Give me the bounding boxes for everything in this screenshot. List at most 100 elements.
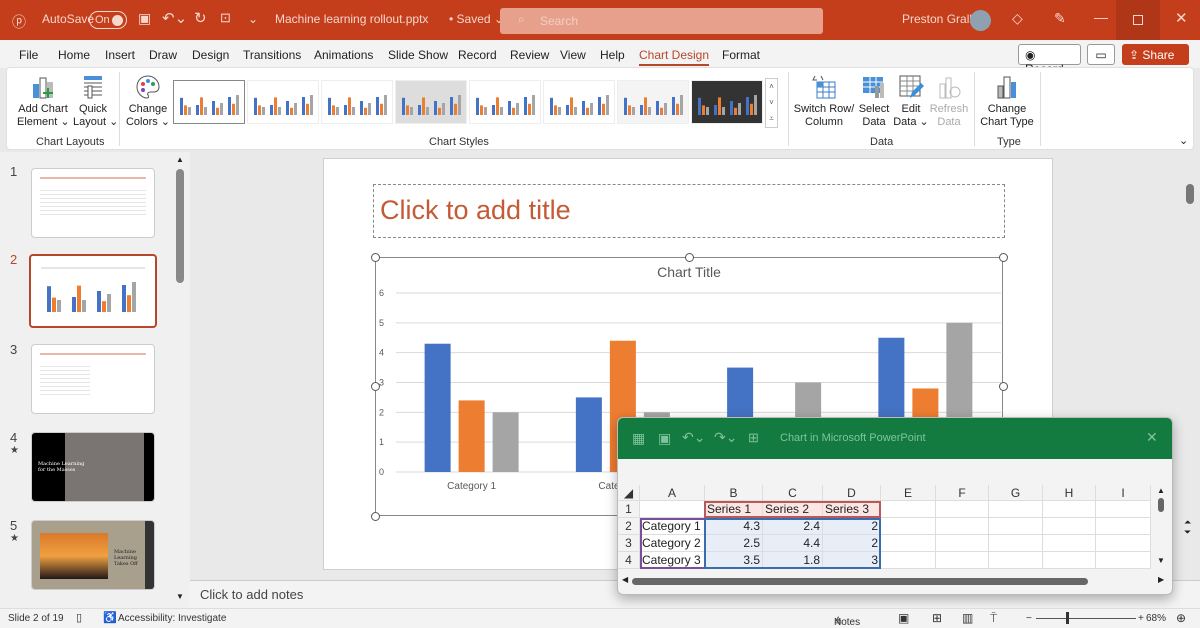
spreadsheet-cell[interactable]: 2.4 [763,518,823,535]
scroll-up-icon[interactable]: ▲ [176,155,184,164]
zoom-level[interactable]: 68% [1146,613,1166,624]
close-icon[interactable]: ✕ [1175,9,1188,27]
tab-chart-design[interactable]: Chart Design [639,48,710,66]
present-icon[interactable]: ⊡ [220,10,231,26]
redo-icon[interactable]: ↷⌄ [714,429,737,446]
spreadsheet-cell[interactable] [989,518,1043,535]
chart-style-option[interactable] [395,80,467,124]
spreadsheet-cell[interactable]: 2 [823,518,881,535]
saved-status[interactable]: • Saved ⌄ [449,12,504,26]
chart-style-option[interactable] [247,80,319,124]
chart-style-option[interactable] [543,80,615,124]
previous-slide-icon[interactable]: ⏶ [1184,517,1191,527]
next-slide-icon[interactable]: ⏷ [1184,527,1191,537]
spreadsheet-cell[interactable] [1096,501,1151,518]
spreadsheet-cell[interactable] [936,535,989,552]
quick-layout-button[interactable]: Quick Layout ⌄ [73,74,118,129]
scroll-thumb[interactable] [632,578,1088,585]
select-data-button[interactable]: Select Data [855,74,893,129]
undo-icon[interactable]: ↶⌄ [682,429,705,446]
editor-scroll-thumb[interactable] [1186,184,1194,204]
gallery-scroll[interactable]: ˄ ˅ ⩡ [765,78,778,128]
slide-thumbnail-3[interactable] [31,344,155,414]
spreadsheet-cell[interactable]: Series 1 [705,501,763,518]
spreadsheet-cell[interactable]: Category 2 [640,535,705,552]
scroll-down-icon[interactable]: ▼ [176,592,184,601]
spreadsheet-cell[interactable] [1043,535,1096,552]
scroll-right-icon[interactable]: ▶ [1158,575,1164,584]
scroll-thumb[interactable] [1158,498,1164,512]
tab-animations[interactable]: Animations [314,48,373,62]
spreadsheet-cell[interactable] [881,535,936,552]
chart-style-option[interactable] [173,80,245,124]
normal-view-icon[interactable]: ▣ [898,611,909,625]
column-header[interactable]: H [1043,485,1096,501]
maximize-button[interactable] [1116,0,1160,40]
row-header[interactable]: 4 [618,552,640,569]
column-header[interactable]: F [936,485,989,501]
vertical-scrollbar[interactable]: ▲ ▼ [1153,486,1169,568]
title-placeholder[interactable]: Click to add title [373,184,1005,238]
change-colors-button[interactable]: Change Colors ⌄ [125,74,171,129]
resize-handle[interactable] [999,253,1008,262]
spreadsheet-cell[interactable] [1096,552,1151,569]
spreadsheet-cell[interactable] [1096,518,1151,535]
reading-view-icon[interactable]: ▥ [962,611,973,625]
tab-file[interactable]: File [19,48,38,62]
scroll-up-icon[interactable]: ˄ [766,79,777,95]
resize-handle[interactable] [371,512,380,521]
tab-home[interactable]: Home [58,48,90,62]
horizontal-scrollbar[interactable]: ◀ ▶ [622,574,1168,588]
column-header[interactable]: A [640,485,705,501]
spreadsheet-cell[interactable] [1096,535,1151,552]
spreadsheet-cell[interactable] [881,501,936,518]
resize-handle[interactable] [999,382,1008,391]
spreadsheet-cell[interactable]: 4.4 [763,535,823,552]
chart-style-option[interactable] [617,80,689,124]
comments-button[interactable]: ▭ [1087,44,1115,65]
close-icon[interactable]: ✕ [1146,429,1158,446]
tab-draw[interactable]: Draw [149,48,177,62]
undo-icon[interactable]: ↶⌄ [162,9,187,27]
column-header[interactable]: D [823,485,881,501]
zoom-slider-thumb[interactable] [1066,612,1069,624]
scroll-thumb[interactable] [176,169,184,283]
row-header[interactable]: 2 [618,518,640,535]
spreadsheet-cell[interactable]: 4.3 [705,518,763,535]
edit-data-button[interactable]: Edit Data ⌄ [893,74,929,129]
tab-format[interactable]: Format [722,48,760,62]
fit-to-window-icon[interactable]: ⊕ [1176,611,1186,625]
record-button[interactable]: ◉ Record [1018,44,1081,76]
spreadsheet-cell[interactable] [640,501,705,518]
column-header[interactable]: C [763,485,823,501]
spreadsheet-cell[interactable]: 3.5 [705,552,763,569]
spelling-icon[interactable]: ▯ [76,611,82,624]
spreadsheet-cell[interactable] [936,518,989,535]
spreadsheet-cell[interactable] [881,552,936,569]
accessibility-status[interactable]: Accessibility: Investigate [118,613,226,624]
switch-row-column-button[interactable]: Switch Row/ Column [793,74,855,129]
spreadsheet-cell[interactable]: Series 2 [763,501,823,518]
chart-style-option[interactable] [691,80,763,124]
spreadsheet-cell[interactable]: Category 1 [640,518,705,535]
spreadsheet-cell[interactable]: 2 [823,535,881,552]
tab-slide-show[interactable]: Slide Show [388,48,448,62]
spreadsheet-cell[interactable]: 3 [823,552,881,569]
redo-icon[interactable]: ↻ [194,9,207,27]
tab-transitions[interactable]: Transitions [243,48,301,62]
column-header[interactable]: G [989,485,1043,501]
resize-handle[interactable] [685,253,694,262]
slideshow-icon[interactable]: ⍑ [990,611,997,626]
spreadsheet-cell[interactable]: Series 3 [823,501,881,518]
resize-handle[interactable] [371,253,380,262]
spreadsheet-cell[interactable] [1043,518,1096,535]
spreadsheet-cell[interactable] [1043,501,1096,518]
search-box[interactable]: ⌕ Search [500,8,823,34]
gallery-more-icon[interactable]: ⩡ [766,111,777,127]
avatar[interactable] [970,10,991,31]
collapse-ribbon-icon[interactable]: ⌄ [1179,134,1188,147]
autosave-toggle[interactable]: On [89,11,127,29]
share-button[interactable]: ⇪ Share ⌄ [1122,44,1189,76]
spreadsheet-cell[interactable] [1043,552,1096,569]
column-header[interactable]: B [705,485,763,501]
